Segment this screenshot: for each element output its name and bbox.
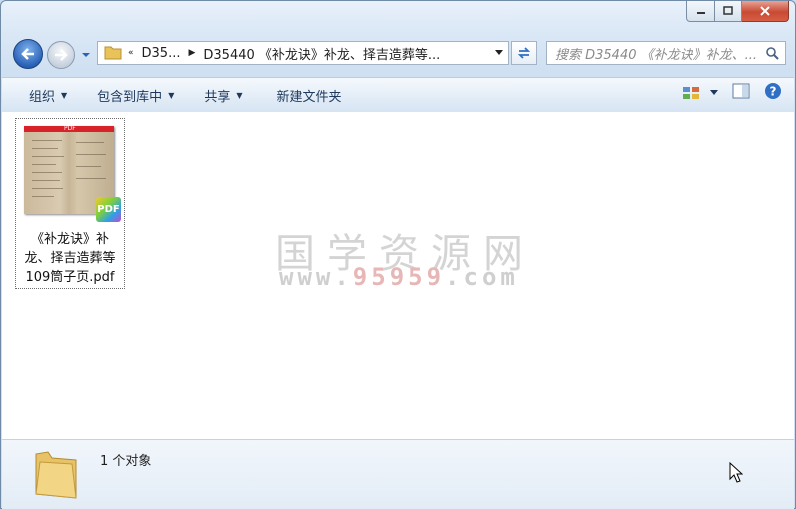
- file-list[interactable]: PDF PDF 《补龙诀》补 龙、择吉造葬等 109筒子页.pdf 国学资源网 …: [2, 112, 794, 439]
- details-pane: 1 个对象: [2, 439, 794, 509]
- pdf-badge-icon: PDF: [96, 197, 121, 222]
- file-name[interactable]: 《补龙诀》补 龙、择吉造葬等 109筒子页.pdf: [17, 230, 123, 287]
- chevron-down-icon: [710, 90, 718, 95]
- command-toolbar: 组织 ▼ 包含到库中 ▼ 共享 ▼ 新建文件夹 ?: [2, 77, 794, 113]
- item-count: 1 个对象: [100, 454, 152, 469]
- recent-pages-dropdown[interactable]: [81, 48, 91, 63]
- watermark-url: www.95959.com: [279, 263, 519, 291]
- minimize-icon: [696, 12, 705, 14]
- file-name-line-1: 《补龙诀》补: [30, 232, 109, 247]
- organize-menu[interactable]: 组织 ▼: [18, 82, 78, 108]
- close-icon: [760, 6, 770, 16]
- back-button[interactable]: [13, 39, 43, 69]
- file-item[interactable]: PDF PDF 《补龙诀》补 龙、择吉造葬等 109筒子页.pdf: [15, 118, 125, 289]
- include-in-library-label: 包含到库中: [97, 89, 163, 105]
- chevron-down-icon: [82, 53, 90, 57]
- refresh-button[interactable]: [511, 41, 537, 65]
- toolbar-right-group: ?: [682, 82, 782, 104]
- thumbnail-header: PDF: [64, 125, 76, 132]
- preview-pane-button[interactable]: [732, 83, 750, 103]
- organize-label: 组织: [29, 89, 56, 105]
- close-button[interactable]: [742, 1, 789, 22]
- explorer-window: « D35... ▶ D35440 《补龙诀》补龙、择吉造葬等... 搜索 D3…: [0, 0, 796, 509]
- folder-icon: [104, 46, 122, 60]
- address-segment-current[interactable]: D35440 《补龙诀》补龙、择吉造葬等...: [199, 44, 444, 63]
- chevron-down-icon: ▼: [168, 90, 175, 100]
- back-arrow-icon: [21, 48, 34, 60]
- mouse-cursor-icon: [729, 462, 743, 483]
- view-options-icon: [683, 87, 699, 99]
- search-input[interactable]: 搜索 D35440 《补龙诀》补龙、...: [546, 41, 786, 65]
- file-name-line-3: 109筒子页.pdf: [25, 270, 115, 285]
- share-menu[interactable]: 共享 ▼: [193, 82, 253, 108]
- watermark-url-prefix: www.: [279, 263, 353, 291]
- watermark-url-highlight: 95959: [352, 263, 446, 291]
- include-in-library-menu[interactable]: 包含到库中 ▼: [86, 82, 185, 108]
- folder-icon: [35, 451, 77, 499]
- maximize-icon: [723, 6, 733, 15]
- help-button[interactable]: ?: [764, 82, 782, 104]
- help-icon: ?: [765, 83, 781, 99]
- address-bar[interactable]: « D35... ▶ D35440 《补龙诀》补龙、择吉造葬等...: [97, 41, 509, 65]
- minimize-button[interactable]: [686, 1, 715, 22]
- search-placeholder: 搜索 D35440 《补龙诀》补龙、...: [555, 47, 758, 63]
- forward-button[interactable]: [47, 41, 75, 69]
- address-segment-parent[interactable]: D35...: [138, 46, 185, 61]
- preview-pane-icon: [732, 83, 750, 99]
- new-folder-label: 新建文件夹: [276, 89, 342, 105]
- chevron-down-icon: ▼: [236, 90, 243, 100]
- change-view-button[interactable]: [682, 85, 718, 101]
- svg-text:?: ?: [770, 85, 777, 99]
- forward-arrow-icon: [55, 49, 68, 61]
- maximize-button[interactable]: [715, 1, 742, 22]
- refresh-icon: [517, 47, 531, 59]
- share-label: 共享: [204, 89, 231, 105]
- chevron-down-icon: [495, 50, 503, 55]
- chevron-down-icon: ▼: [61, 90, 68, 100]
- breadcrumb-separator-icon[interactable]: ▶: [184, 48, 199, 58]
- caption-buttons: [686, 1, 789, 22]
- navigation-bar: « D35... ▶ D35440 《补龙诀》补龙、择吉造葬等... 搜索 D3…: [11, 39, 791, 69]
- watermark-url-suffix: .com: [445, 263, 519, 291]
- search-icon[interactable]: [765, 46, 779, 60]
- address-overflow[interactable]: «: [124, 48, 138, 58]
- file-name-line-2: 龙、择吉造葬等: [24, 251, 116, 266]
- new-folder-button[interactable]: 新建文件夹: [266, 82, 353, 108]
- address-dropdown-button[interactable]: [490, 42, 508, 64]
